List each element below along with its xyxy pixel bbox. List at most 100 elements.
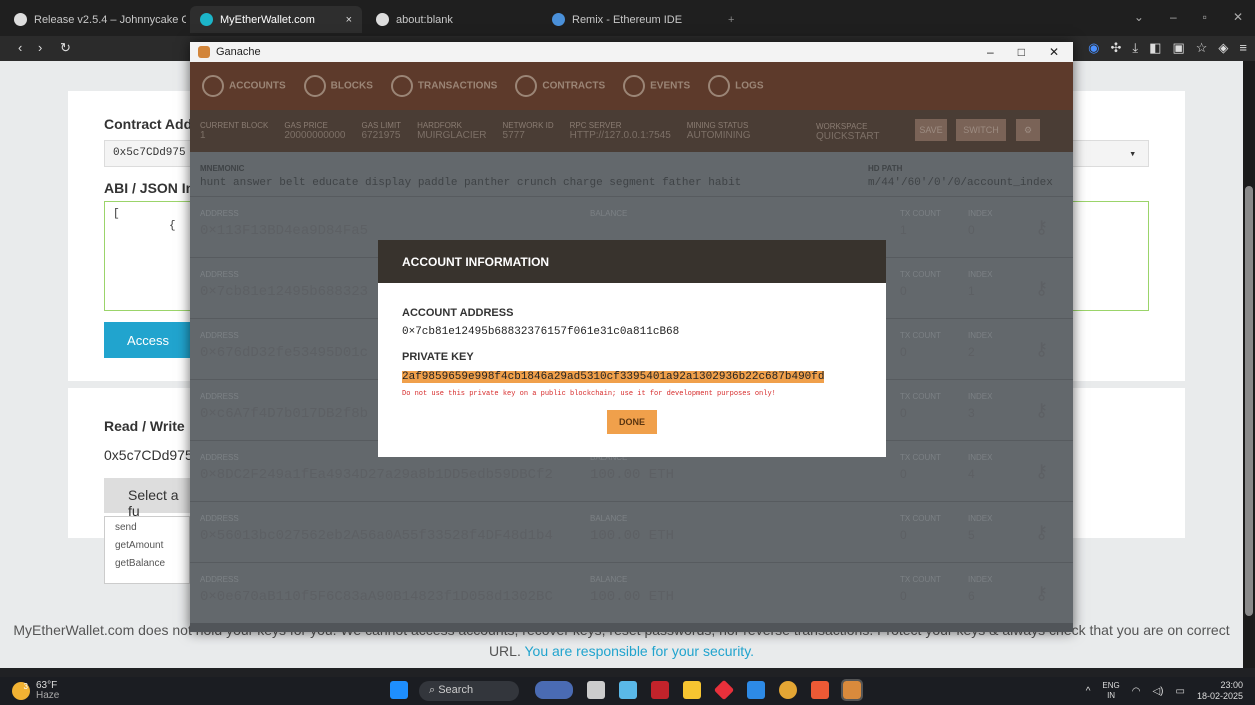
weather-widget[interactable]: 3 63°F Haze	[12, 681, 59, 701]
account-information-modal: ACCOUNT INFORMATION ACCOUNT ADDRESS 0×7c…	[378, 240, 886, 457]
nav-transactions[interactable]: TRANSACTIONS	[390, 75, 497, 97]
key-icon[interactable]: ⚷	[1035, 278, 1048, 299]
scrollbar-thumb[interactable]	[1245, 186, 1253, 616]
nav-accounts[interactable]: ACCOUNTS	[202, 75, 286, 97]
lang-label: ENG	[1102, 681, 1120, 690]
back-icon[interactable]: ‹	[18, 40, 22, 55]
function-item-send[interactable]: send	[115, 519, 179, 537]
stat-value: HTTP://127.0.0.1:7545	[569, 130, 671, 141]
copilot-icon[interactable]	[535, 681, 573, 699]
security-link[interactable]: You are responsible for your security.	[524, 643, 754, 659]
system-tray: ^ ENG IN ◠ ◁) ▭ 23:00 18-02-2025	[1086, 680, 1243, 702]
volume-icon[interactable]: ◁)	[1152, 686, 1163, 697]
account-index: 6	[968, 589, 975, 603]
key-icon[interactable]: ⚷	[1035, 461, 1048, 482]
key-icon[interactable]: ⚷	[1035, 522, 1048, 543]
favorites-icon[interactable]: ☆	[1196, 40, 1208, 56]
tab-about-blank[interactable]: about:blank	[366, 6, 538, 33]
close-icon[interactable]: ✕	[1049, 45, 1059, 59]
reload-icon[interactable]: ↻	[60, 40, 71, 56]
download-icon[interactable]: ⤓	[1132, 40, 1138, 56]
tx-count-col-label: TX COUNT	[900, 209, 941, 218]
nav-blocks[interactable]: BLOCKS	[303, 75, 373, 97]
chrome-icon[interactable]	[779, 681, 797, 699]
vscode-icon[interactable]	[747, 681, 765, 699]
account-tx-count: 0	[900, 467, 907, 481]
ganache-taskbar-icon[interactable]	[841, 679, 863, 701]
adobe-icon[interactable]	[651, 681, 669, 699]
settings-gear-icon[interactable]: ⚙	[1016, 119, 1040, 141]
hdpath-value: m/44'/60'/0'/0/account_index	[868, 177, 1053, 189]
nav-contracts[interactable]: CONTRACTS	[515, 75, 605, 97]
tab-release[interactable]: Release v2.5.4 – Johnnycake Cobble	[4, 6, 186, 33]
start-icon[interactable]	[390, 681, 408, 699]
restore-icon[interactable]: ▫	[1203, 10, 1207, 24]
account-balance: 100.00 ETH	[590, 528, 675, 544]
chevron-down-icon[interactable]: ▾	[1129, 147, 1136, 161]
private-key-label: PRIVATE KEY	[402, 351, 474, 363]
private-key-text[interactable]: 2af9859659e998f4cb1846a29ad5310cf3395401…	[402, 371, 825, 383]
hdpath-label: HD PATH	[868, 164, 903, 173]
taskbar-search[interactable]: ⌕ Search	[419, 681, 519, 701]
teams-icon[interactable]	[619, 681, 637, 699]
tab-myetherwallet[interactable]: MyEtherWallet.com ×	[190, 6, 362, 33]
stat-rpc-server: RPC SERVER HTTP://127.0.0.1:7545	[570, 121, 671, 141]
sidebar-icon[interactable]: ◧	[1149, 40, 1161, 56]
screenshot-icon[interactable]: ▣	[1172, 40, 1184, 56]
stat-value: 6721975	[361, 130, 401, 141]
chevron-up-icon[interactable]: ^	[1086, 686, 1091, 697]
tab-remix[interactable]: Remix - Ethereum IDE	[542, 6, 714, 33]
tx-count-col-label: TX COUNT	[900, 575, 941, 584]
ganache-stats: CURRENT BLOCK 1 GAS PRICE 20000000000 GAS …	[190, 110, 1073, 152]
taskview-icon[interactable]	[587, 681, 605, 699]
switch-button[interactable]: SWITCH	[956, 119, 1006, 141]
git-icon[interactable]	[713, 679, 735, 701]
new-tab-button[interactable]: +	[718, 6, 746, 33]
page-scrollbar[interactable]	[1243, 61, 1255, 668]
account-address: 0×8DC2F249a1fEa4934D27a29a8b1DD5edb59DBC…	[200, 467, 553, 483]
private-key-warning: Do not use this private key on a public …	[402, 390, 776, 398]
stat-label: CURRENT BLOCK	[200, 121, 269, 130]
menu-icon[interactable]: ≡	[1239, 40, 1247, 56]
done-button[interactable]: DONE	[607, 410, 657, 434]
tab-list-icon[interactable]: ⌄	[1134, 10, 1144, 24]
save-button[interactable]: SAVE	[915, 119, 947, 141]
nav-events[interactable]: EVENTS	[623, 75, 690, 97]
clock[interactable]: 23:00 18-02-2025	[1197, 680, 1243, 702]
access-button[interactable]: Access	[104, 322, 192, 358]
private-key-value[interactable]: 2af9859659e998f4cb1846a29ad5310cf3395401…	[402, 371, 825, 383]
language-indicator[interactable]: ENG IN	[1102, 681, 1119, 701]
account-row[interactable]: ADDRESS BALANCE TX COUNT INDEX 0×56013bc0275…	[190, 501, 1073, 562]
wifi-icon[interactable]: ◠	[1132, 686, 1141, 697]
battery-icon[interactable]: ▭	[1176, 686, 1185, 697]
index-col-label: INDEX	[968, 270, 993, 279]
function-item-getamount[interactable]: getAmount	[115, 537, 179, 555]
nav-logs[interactable]: LOGS	[708, 75, 764, 97]
index-col-label: INDEX	[968, 514, 993, 523]
key-icon[interactable]: ⚷	[1035, 583, 1048, 604]
audio-icon[interactable]: ◉	[1088, 40, 1099, 56]
file-explorer-icon[interactable]	[683, 681, 701, 699]
select-function-dropdown[interactable]: Select a fu	[104, 478, 204, 519]
account-row[interactable]: ADDRESS BALANCE TX COUNT INDEX 0×0e670aB110f…	[190, 562, 1073, 623]
close-tab-icon[interactable]: ×	[346, 14, 352, 26]
minimize-icon[interactable]: –	[1170, 10, 1177, 24]
extensions-icon[interactable]: ✣	[1111, 40, 1122, 56]
index-col-label: INDEX	[968, 453, 993, 462]
forward-icon[interactable]: ›	[38, 40, 42, 55]
close-window-icon[interactable]: ✕	[1233, 10, 1243, 24]
read-write-label: Read / Write	[104, 418, 185, 434]
key-icon[interactable]: ⚷	[1035, 217, 1048, 238]
transactions-icon	[390, 75, 413, 97]
brave-icon[interactable]	[811, 681, 829, 699]
key-icon[interactable]: ⚷	[1035, 400, 1048, 421]
shield-icon[interactable]: ◈	[1218, 40, 1228, 56]
tx-count-col-label: TX COUNT	[900, 392, 941, 401]
index-col-label: INDEX	[968, 392, 993, 401]
minimize-icon[interactable]: –	[987, 45, 994, 59]
maximize-icon[interactable]: □	[1018, 45, 1025, 59]
address-col-label: ADDRESS	[200, 209, 239, 218]
stat-network-id: NETWORK ID 5777	[503, 121, 554, 141]
key-icon[interactable]: ⚷	[1035, 339, 1048, 360]
function-item-getbalance[interactable]: getBalance	[115, 555, 179, 573]
